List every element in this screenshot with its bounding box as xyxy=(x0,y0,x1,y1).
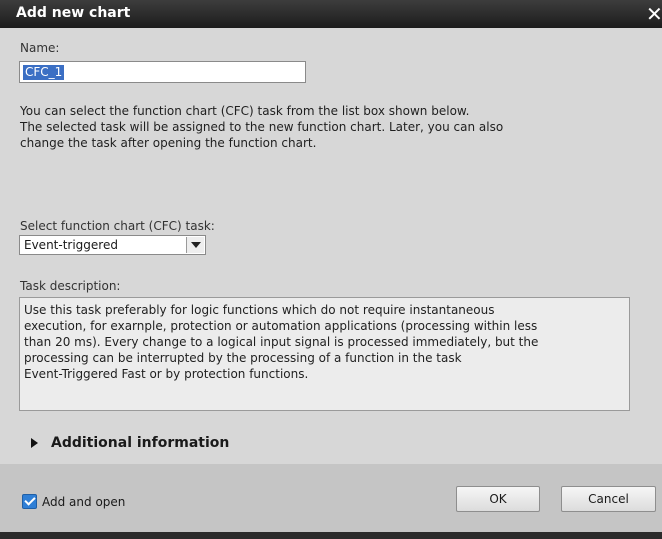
intro-line: The selected task will be assigned to th… xyxy=(20,120,504,134)
description-line: execution, for exarnple, protection or a… xyxy=(24,319,538,333)
add-new-chart-dialog: Add new chart ✕ Name: CFC_1 You can sele… xyxy=(0,0,662,532)
window-bottom-edge xyxy=(0,532,662,539)
close-icon[interactable]: ✕ xyxy=(646,1,662,27)
description-line: Use this task preferably for logic funct… xyxy=(24,303,495,317)
title-bar[interactable]: Add new chart ✕ xyxy=(0,0,662,28)
intro-line: change the task after opening the functi… xyxy=(20,136,317,150)
task-select-label: Select function chart (CFC) task: xyxy=(20,219,215,233)
chevron-down-icon[interactable] xyxy=(186,237,204,253)
description-line: than 20 ms). Every change to a logical i… xyxy=(24,335,539,349)
expand-triangle-icon xyxy=(31,438,38,448)
name-label: Name: xyxy=(20,41,60,55)
name-input-value: CFC_1 xyxy=(23,65,65,80)
cancel-button[interactable]: Cancel xyxy=(561,486,656,512)
add-and-open-checkbox[interactable] xyxy=(22,494,37,509)
name-input[interactable]: CFC_1 xyxy=(19,61,306,83)
intro-line: You can select the function chart (CFC) … xyxy=(20,104,470,118)
task-description-label: Task description: xyxy=(20,279,121,293)
description-line: Event-Triggered Fast or by protection fu… xyxy=(24,367,309,381)
dialog-title: Add new chart xyxy=(16,5,131,21)
ok-button[interactable]: OK xyxy=(456,486,540,512)
add-and-open-label[interactable]: Add and open xyxy=(42,495,125,509)
additional-information-toggle[interactable]: Additional information xyxy=(0,427,662,463)
intro-text: You can select the function chart (CFC) … xyxy=(20,103,620,151)
description-line: processing can be interrupted by the pro… xyxy=(24,351,462,365)
task-select[interactable]: Event-triggered xyxy=(19,235,206,255)
task-select-value: Event-triggered xyxy=(24,238,118,252)
dialog-footer: Add and open OK Cancel xyxy=(0,464,662,532)
task-description-box: Use this task preferably for logic funct… xyxy=(19,297,630,411)
additional-information-label: Additional information xyxy=(51,435,230,451)
